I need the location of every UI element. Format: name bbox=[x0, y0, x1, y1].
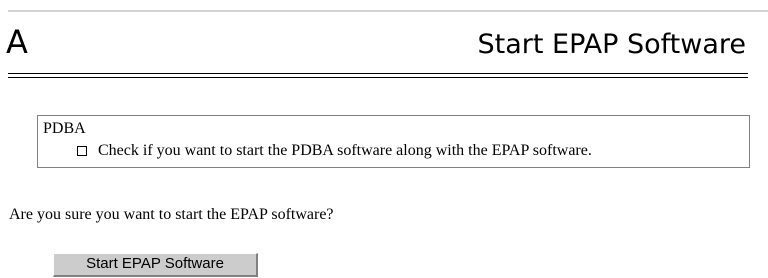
header-divider bbox=[8, 73, 748, 78]
pdba-option: Check if you want to start the PDBA soft… bbox=[77, 142, 592, 160]
confirm-question: Are you sure you want to start the EPAP … bbox=[9, 206, 334, 223]
page-title: Start EPAP Software bbox=[477, 29, 746, 60]
pdba-checkbox-label[interactable]: Check if you want to start the PDBA soft… bbox=[98, 142, 592, 160]
pdba-title: PDBA bbox=[43, 120, 86, 137]
pdba-checkbox[interactable] bbox=[77, 146, 87, 156]
pdba-fieldset: PDBA Check if you want to start the PDBA… bbox=[37, 115, 750, 168]
top-divider bbox=[8, 10, 768, 12]
header-letter: A bbox=[6, 23, 28, 61]
start-epap-button[interactable]: Start EPAP Software bbox=[53, 253, 258, 277]
